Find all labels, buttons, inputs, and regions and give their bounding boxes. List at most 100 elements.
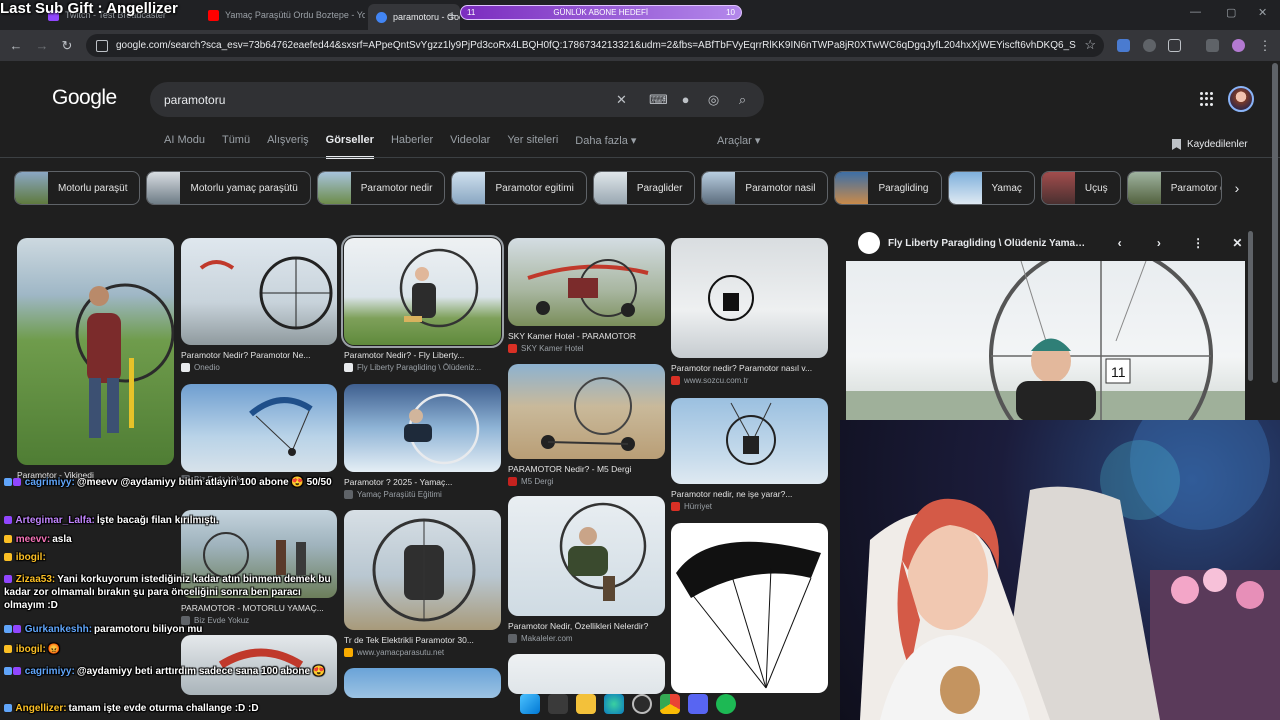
tab-videos[interactable]: Videolar <box>450 134 490 159</box>
google-apps-icon[interactable] <box>1200 92 1214 106</box>
search-box[interactable]: ✕ ⌨ ● ◎ ⌕ <box>150 82 764 117</box>
chrome-icon[interactable] <box>660 694 680 714</box>
tab-news[interactable]: Haberler <box>391 134 433 159</box>
webcam-feed <box>840 420 1280 720</box>
avatar[interactable] <box>1228 86 1254 112</box>
image-result[interactable] <box>671 523 828 693</box>
preview-image[interactable]: 11 <box>846 261 1245 421</box>
chip-paragliding[interactable]: Paragliding <box>834 171 942 205</box>
browser-tab-3[interactable]: paramotoru - Google Görseller <box>368 4 460 30</box>
translate-extension-icon[interactable] <box>1117 39 1130 52</box>
close-window-icon[interactable]: ✕ <box>1258 6 1267 19</box>
image-result[interactable] <box>344 668 501 698</box>
extensions-puzzle-icon[interactable] <box>1168 39 1181 52</box>
clear-icon[interactable]: ✕ <box>613 91 630 108</box>
back-arrow-icon[interactable]: ← <box>7 37 25 55</box>
discord-icon[interactable] <box>688 694 708 714</box>
bookmark-star-icon[interactable]: ☆ <box>1084 37 1096 53</box>
search-input[interactable] <box>164 92 604 107</box>
result-thumbnail[interactable] <box>671 523 828 693</box>
image-result[interactable]: Paramotor Nedir? Paramotor Ne... Onedio <box>181 238 337 372</box>
file-explorer-icon[interactable] <box>576 694 596 714</box>
previous-icon[interactable]: ‹ <box>1111 236 1128 250</box>
image-result[interactable]: Paramotor - Vikipedi <box>17 238 174 480</box>
tab-images[interactable]: Görseller <box>325 134 374 159</box>
obs-icon[interactable] <box>632 694 652 714</box>
chip-paramotor-nasil[interactable]: Paramotor nasil <box>701 171 829 205</box>
result-thumbnail[interactable] <box>508 238 665 326</box>
result-thumbnail[interactable] <box>344 510 501 630</box>
chip-yamac[interactable]: Yamaç <box>947 171 1035 205</box>
more-options-icon[interactable]: ⋮ <box>1190 236 1207 250</box>
address-bar[interactable]: google.com/search?sca_esv=73b64762eaefed… <box>86 34 1104 57</box>
chip-motorlu-parasut[interactable]: Motorlu paraşüt <box>14 171 141 205</box>
tab-more[interactable]: Daha fazla ▾ <box>575 134 636 159</box>
tab-shopping[interactable]: Alışveriş <box>267 134 309 159</box>
result-thumbnail[interactable] <box>671 398 828 484</box>
image-result[interactable]: Biz Evde Yokuz <box>181 384 337 484</box>
browser-toolbar: ← → ↻ google.com/search?sca_esv=73b64762… <box>0 30 1280 61</box>
new-tab-button[interactable]: + <box>448 7 456 23</box>
beach-trike-image <box>541 377 635 451</box>
result-thumbnail[interactable] <box>671 238 828 358</box>
menu-kebab-icon[interactable]: ⋮ <box>1256 37 1274 55</box>
panel-scrollbar[interactable] <box>1248 231 1253 381</box>
preview-title[interactable]: Fly Liberty Paragliding \ Ölüdeniz Yamaç… <box>888 238 1089 249</box>
close-icon[interactable]: ✕ <box>1229 236 1246 250</box>
tab-sites[interactable]: Yer siteleri <box>507 134 558 159</box>
page-scrollbar[interactable] <box>1272 63 1278 383</box>
chip-ucus[interactable]: Uçuş <box>1040 171 1121 205</box>
image-result[interactable]: Paramotor Nedir, Özellikleri Nelerdir? M… <box>508 496 665 643</box>
search-icon[interactable]: ⌕ <box>734 91 751 108</box>
next-icon[interactable]: › <box>1150 236 1167 250</box>
result-thumbnail[interactable] <box>181 238 337 345</box>
task-view-icon[interactable] <box>548 694 568 714</box>
forward-arrow-icon[interactable]: → <box>33 37 51 55</box>
result-thumbnail[interactable] <box>508 364 665 459</box>
lens-icon[interactable]: ◎ <box>705 91 722 108</box>
tab-all[interactable]: Tümü <box>222 134 250 159</box>
minimize-icon[interactable]: — <box>1190 6 1201 18</box>
image-result[interactable]: Paramotor nedir, ne işe yarar?... Hürriy… <box>671 398 828 511</box>
image-result[interactable]: SKY Kamer Hotel - PARAMOTOR SKY Kamer Ho… <box>508 238 665 353</box>
site-info-icon[interactable] <box>96 39 108 52</box>
chevron-right-icon[interactable]: › <box>1228 179 1246 197</box>
tab-ai-mode[interactable]: AI Modu <box>164 134 205 159</box>
google-logo[interactable]: Google <box>52 86 117 110</box>
chat-username: meevv: <box>15 534 51 545</box>
site-favicon-icon <box>344 363 353 372</box>
result-thumbnail[interactable] <box>344 668 501 698</box>
reload-icon[interactable]: ↻ <box>58 37 76 55</box>
browser-tab-2[interactable]: Yamaç Paraşütü Ordu Boztepe - Yo ✕ <box>200 4 365 26</box>
image-result[interactable]: PARAMOTOR Nedir? - M5 Dergi M5 Dergi <box>508 364 665 486</box>
image-result[interactable]: Paramotor ? 2025 - Yamaç... Yamaç Paraşü… <box>344 384 501 499</box>
maximize-icon[interactable]: ▢ <box>1226 6 1236 19</box>
result-thumbnail[interactable] <box>508 654 665 694</box>
chip-motorlu-yamac-parasutu[interactable]: Motorlu yamaç paraşütü <box>146 171 311 205</box>
site-favicon-icon <box>671 502 680 511</box>
extension-icon[interactable] <box>1143 39 1156 52</box>
result-thumbnail[interactable] <box>508 496 665 616</box>
keyboard-icon[interactable]: ⌨ <box>649 91 668 108</box>
microphone-icon[interactable]: ● <box>677 91 694 108</box>
media-icon[interactable] <box>1206 39 1219 52</box>
result-thumbnail[interactable] <box>341 235 504 348</box>
image-result[interactable]: Tr de Tek Elektrikli Paramotor 30... www… <box>344 510 501 657</box>
chip-paraglider[interactable]: Paraglider <box>592 171 696 205</box>
profile-icon[interactable] <box>1232 39 1245 52</box>
image-result-selected[interactable]: Paramotor Nedir? - Fly Liberty... Fly Li… <box>341 235 504 372</box>
chip-paramotor-egitimi[interactable]: Paramotor egitimi <box>451 171 587 205</box>
image-result[interactable] <box>508 654 665 694</box>
windows-start-icon[interactable] <box>520 694 540 714</box>
chip-paramotor-nedir[interactable]: Paramotor nedir <box>316 171 446 205</box>
result-source: M5 Dergi <box>508 477 665 486</box>
tools-button[interactable]: Araçlar ▾ <box>717 134 760 147</box>
image-result[interactable]: Paramotor nedir? Paramotor nasıl v... ww… <box>671 238 828 385</box>
spotify-icon[interactable] <box>716 694 736 714</box>
result-thumbnail[interactable] <box>17 238 174 465</box>
chip-paramotor-g[interactable]: Paramotor g <box>1126 171 1222 205</box>
edge-icon[interactable] <box>604 694 624 714</box>
saved-button[interactable]: Kaydedilenler <box>1172 139 1248 150</box>
result-thumbnail[interactable] <box>344 384 501 472</box>
result-thumbnail[interactable] <box>181 384 337 472</box>
